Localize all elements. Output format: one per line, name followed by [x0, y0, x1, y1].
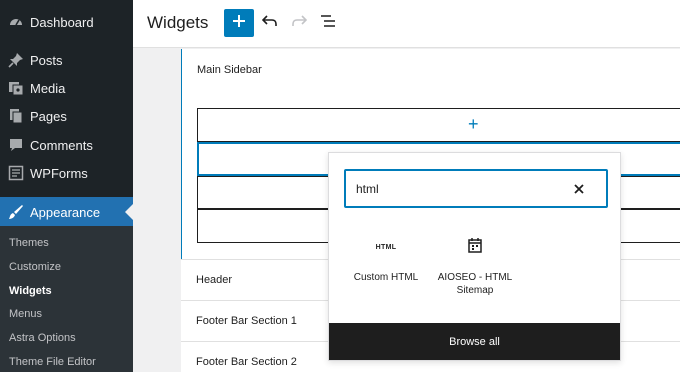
dashboard-icon: [6, 12, 26, 32]
list-view-button[interactable]: [317, 12, 339, 34]
sidebar-item-media[interactable]: Media: [0, 74, 133, 102]
redo-button[interactable]: [288, 12, 310, 34]
sidebar-item-label: Dashboard: [30, 14, 94, 30]
widget-area-title: Main Sidebar: [197, 64, 262, 76]
undo-button[interactable]: [259, 12, 281, 34]
block-result-aioseo-html-sitemap[interactable]: AIOSEO - HTML Sitemap: [430, 233, 520, 301]
submenu-item-themes[interactable]: Themes: [9, 237, 49, 249]
pin-icon: [6, 50, 26, 70]
sidebar-item-label: Posts: [30, 52, 63, 68]
sidebar-item-appearance[interactable]: Appearance: [0, 197, 133, 227]
sidebar-item-label: Pages: [30, 108, 67, 124]
block-result-label: Custom HTML: [353, 272, 419, 283]
forms-icon: [6, 163, 26, 183]
add-block-button[interactable]: [224, 9, 254, 37]
editor-header: Widgets: [133, 0, 680, 48]
html-icon: HTML: [375, 243, 397, 251]
sidebar-item-label: Appearance: [30, 204, 101, 220]
plus-icon: [232, 14, 246, 33]
appearance-submenu: Themes Customize Widgets Menus Astra Opt…: [0, 226, 133, 372]
undo-icon: [261, 14, 278, 33]
sidebar-item-comments[interactable]: Comments: [0, 131, 133, 159]
admin-sidebar: Dashboard Posts Media Pages Comments WPF…: [0, 0, 133, 372]
page-title: Widgets: [147, 13, 209, 32]
widget-area-title: Footer Bar Section 1: [196, 315, 297, 327]
pages-icon: [6, 106, 26, 126]
media-icon: [6, 78, 26, 98]
submenu-item-widgets[interactable]: Widgets: [9, 285, 52, 297]
submenu-item-astra-options[interactable]: Astra Options: [9, 332, 76, 344]
brush-icon: [6, 202, 26, 222]
widget-area-title: Header: [196, 274, 233, 286]
submenu-item-customize[interactable]: Customize: [9, 261, 61, 273]
active-menu-indicator: [125, 204, 133, 220]
plus-icon[interactable]: +: [468, 115, 479, 133]
sidebar-item-pages[interactable]: Pages: [0, 102, 133, 130]
sidebar-item-label: Media: [30, 80, 66, 96]
submenu-item-theme-file-editor[interactable]: Theme File Editor: [9, 356, 96, 368]
block-inserter-popover: HTML Custom HTML AIOSEO - HTML Sitemap B…: [328, 152, 621, 361]
submenu-item-menus[interactable]: Menus: [9, 308, 42, 320]
widget-area-title: Footer Bar Section 2: [196, 356, 297, 368]
sidebar-item-wpforms[interactable]: WPForms: [0, 159, 133, 187]
block-search: [344, 169, 608, 208]
sidebar-item-label: WPForms: [30, 165, 88, 181]
browse-all-button[interactable]: Browse all: [329, 323, 620, 360]
sidebar-item-label: Comments: [30, 137, 93, 153]
sidebar-item-posts[interactable]: Posts: [0, 46, 133, 74]
redo-icon: [291, 14, 308, 33]
sidebar-item-dashboard[interactable]: Dashboard: [0, 8, 133, 36]
calendar-icon: [467, 237, 483, 258]
block-result-label: AIOSEO - HTML Sitemap: [437, 272, 513, 296]
list-view-icon: [320, 14, 336, 33]
block-result-custom-html[interactable]: HTML Custom HTML: [341, 233, 431, 301]
close-icon[interactable]: [570, 180, 588, 198]
block-appender[interactable]: +: [197, 108, 680, 142]
block-search-input[interactable]: [356, 180, 556, 198]
comment-icon: [6, 135, 26, 155]
